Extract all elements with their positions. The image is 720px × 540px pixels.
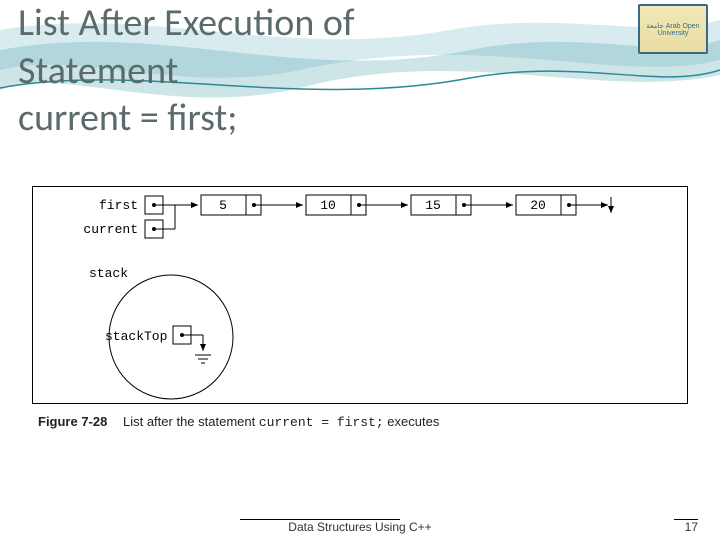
diagram-svg: first current 5 10 bbox=[33, 187, 689, 405]
logo-text: جامعة Arab Open University bbox=[640, 22, 706, 37]
caption-suffix: executes bbox=[384, 414, 440, 429]
title-line-1: List After Execution of bbox=[18, 0, 355, 48]
footer-text: Data Structures Using C++ bbox=[288, 520, 431, 534]
node-3-value: 20 bbox=[530, 198, 546, 213]
caption-code: current = first; bbox=[259, 415, 384, 430]
university-logo: جامعة Arab Open University bbox=[638, 4, 708, 54]
figure-label: Figure 7-28 bbox=[38, 414, 107, 429]
figure-caption: Figure 7-28 List after the statement cur… bbox=[38, 414, 439, 430]
stack-label: stack bbox=[89, 266, 128, 281]
node-1-value: 10 bbox=[320, 198, 336, 213]
node-0-value: 5 bbox=[219, 198, 227, 213]
slide-title: List After Execution of Statement curren… bbox=[18, 0, 355, 143]
node-2-value: 15 bbox=[425, 198, 441, 213]
caption-prefix: List after the statement bbox=[123, 414, 259, 429]
title-line-3: current = first; bbox=[18, 95, 355, 143]
current-label: current bbox=[83, 222, 138, 237]
figure-box: first current 5 10 bbox=[32, 186, 688, 404]
figure-frame: first current 5 10 bbox=[32, 186, 688, 440]
first-label: first bbox=[99, 198, 138, 213]
stack-top-label: stackTop bbox=[105, 329, 167, 344]
title-line-2: Statement bbox=[18, 48, 355, 96]
page-number: 17 bbox=[685, 520, 698, 534]
